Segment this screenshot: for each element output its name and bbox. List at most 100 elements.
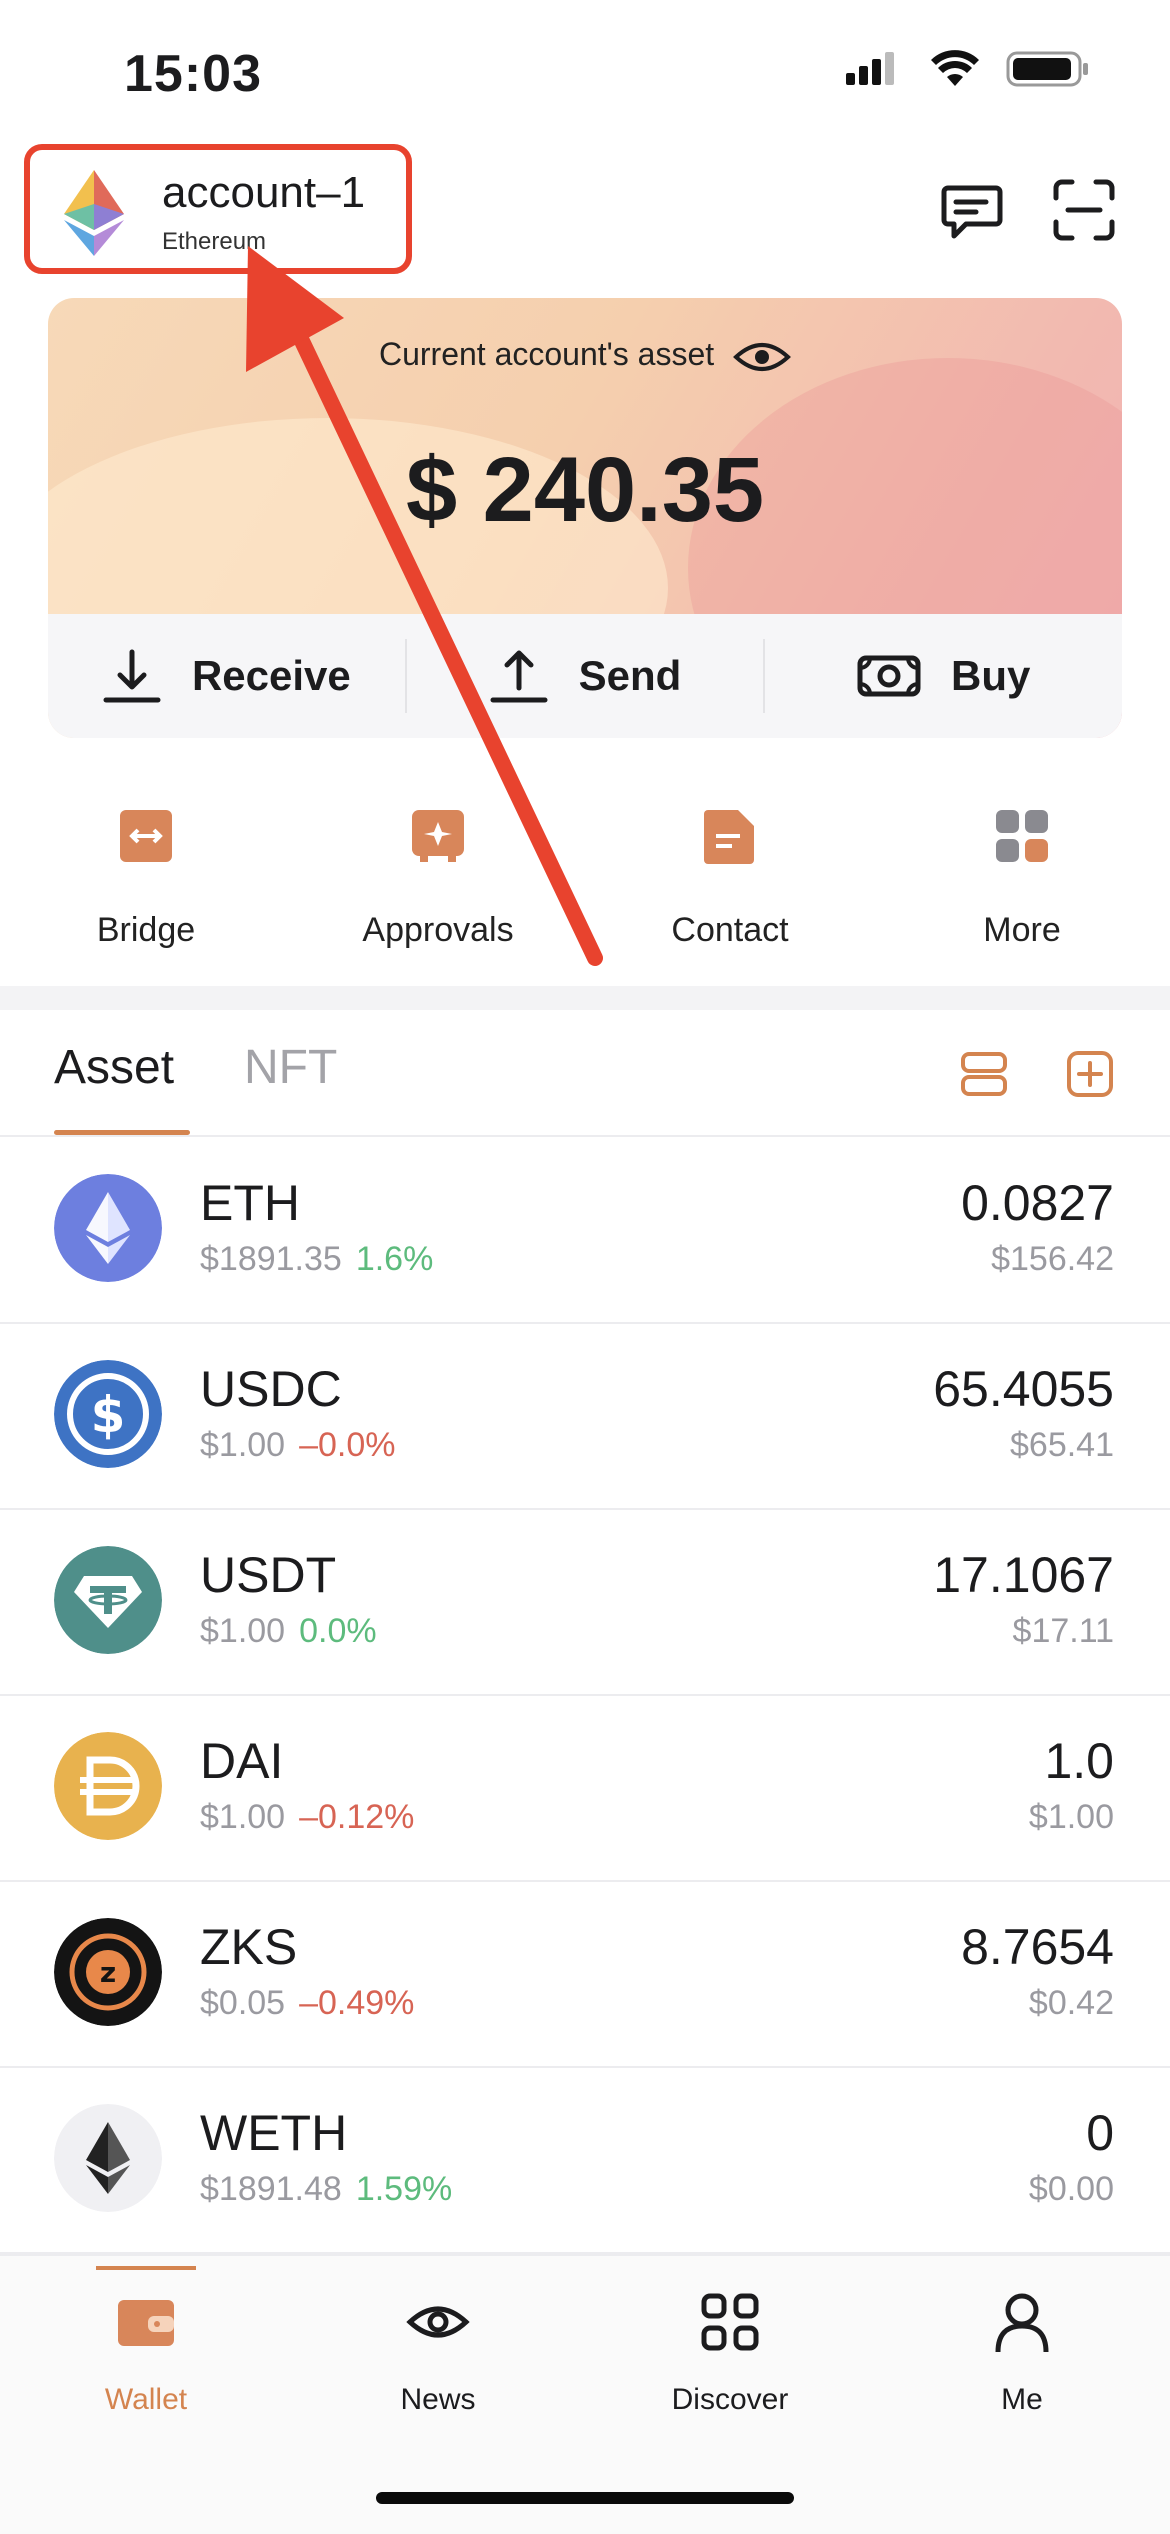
tabbar-label: Wallet [104, 2383, 188, 2416]
tool-label: More [983, 911, 1061, 949]
wifi-icon [931, 50, 979, 86]
svg-text:$: $ [91, 1386, 126, 1444]
tab-asset[interactable]: Asset [54, 1040, 174, 1095]
tool-label: Approvals [362, 911, 514, 949]
section-divider [0, 986, 1170, 1010]
scan-icon[interactable] [1052, 178, 1116, 242]
weth-token-icon [54, 2104, 162, 2212]
approvals-icon [412, 810, 464, 862]
list-view-icon[interactable] [960, 1050, 1008, 1098]
asset-change: 1.59% [355, 2170, 453, 2208]
tool-contact[interactable]: Contact [584, 808, 876, 950]
asset-price: $1.00 [200, 1798, 286, 1836]
cash-icon [857, 655, 921, 697]
asset-value: $17.11 [1012, 1612, 1114, 1650]
asset-amount: 0 [1086, 2105, 1114, 2161]
asset-amount: 17.1067 [933, 1547, 1114, 1603]
asset-change: 0.0% [299, 1612, 377, 1650]
asset-row-dai[interactable]: DAI $1.00 –0.12% 1.0 $1.00 [0, 1694, 1170, 1882]
asset-price: $1.00 [200, 1612, 286, 1650]
svg-text:z: z [100, 1956, 116, 1989]
receive-button[interactable]: Receive [48, 648, 405, 704]
asset-price-line: $1891.35 1.6% [200, 1240, 433, 1279]
asset-change: –0.0% [299, 1426, 396, 1464]
tabbar-label: Discover [671, 2383, 789, 2416]
asset-price: $1891.48 [200, 2170, 342, 2208]
tool-approvals[interactable]: Approvals [292, 808, 584, 950]
asset-change: –0.12% [299, 1798, 415, 1836]
asset-value: $156.42 [991, 1240, 1114, 1278]
asset-symbol: USDT [200, 1547, 337, 1603]
tool-more[interactable]: More [876, 808, 1168, 950]
asset-price: $1891.35 [200, 1240, 342, 1278]
tabbar-label: News [400, 2383, 476, 2416]
asset-value: $1.00 [1028, 1798, 1114, 1836]
add-token-icon[interactable] [1066, 1050, 1114, 1098]
send-button[interactable]: Send [407, 648, 764, 704]
tabbar-wallet[interactable]: Wallet [0, 2290, 292, 2417]
ethereum-logo-icon [64, 170, 124, 256]
asset-symbol: WETH [200, 2105, 348, 2161]
signal-icon [846, 52, 894, 85]
tabbar-discover[interactable]: Discover [584, 2290, 876, 2417]
asset-price: $1.00 [200, 1426, 286, 1464]
buy-label: Buy [951, 652, 1031, 699]
asset-row-weth[interactable]: WETH $1891.48 1.59% 0 $0.00 [0, 2066, 1170, 2254]
asset-value: $65.41 [1010, 1426, 1114, 1464]
person-icon [995, 2293, 1049, 2353]
asset-label-text: Current account's asset [378, 336, 715, 372]
asset-symbol: DAI [200, 1733, 284, 1789]
eye-icon[interactable] [733, 339, 791, 375]
tabbar-me[interactable]: Me [876, 2290, 1168, 2417]
status-icons [844, 50, 1090, 88]
asset-value: $0.00 [1028, 2170, 1114, 2208]
tool-label: Contact [671, 911, 789, 949]
download-icon [103, 649, 161, 703]
asset-amount: 8.7654 [961, 1919, 1114, 1975]
upload-icon [490, 650, 548, 703]
wallet-icon [118, 2300, 174, 2346]
asset-row-zks[interactable]: z ZKS $0.05 –0.49% 8.7654 $0.42 [0, 1880, 1170, 2068]
buy-button[interactable]: Buy [765, 652, 1122, 700]
eth-token-icon [54, 1174, 162, 1282]
account-chain: Ethereum [162, 228, 267, 255]
asset-row-usdc[interactable]: $ USDC $1.00 –0.0% 65.4055 $65.41 [0, 1322, 1170, 1510]
asset-row-eth[interactable]: ETH $1891.35 1.6% 0.0827 $156.42 [0, 1136, 1170, 1324]
asset-price-line: $1891.48 1.59% [200, 2170, 452, 2209]
asset-symbol: USDC [200, 1361, 342, 1417]
contact-icon [704, 810, 754, 864]
asset-row-usdt[interactable]: USDT $1.00 0.0% 17.1067 $17.11 [0, 1508, 1170, 1696]
dai-token-icon [54, 1732, 162, 1840]
asset-change: 1.6% [355, 1240, 434, 1278]
tool-bridge[interactable]: Bridge [0, 808, 292, 950]
chat-icon[interactable] [940, 178, 1004, 242]
asset-value: $0.42 [1028, 1984, 1114, 2022]
asset-amount: 1.0 [1044, 1733, 1114, 1789]
bridge-icon [120, 810, 172, 862]
asset-symbol: ETH [200, 1175, 300, 1231]
asset-amount: 65.4055 [933, 1361, 1114, 1417]
eye-icon [406, 2306, 470, 2338]
asset-symbol: ZKS [200, 1919, 298, 1975]
usdt-token-icon [54, 1546, 162, 1654]
battery-icon [1006, 51, 1088, 87]
tab-nft[interactable]: NFT [244, 1040, 337, 1095]
asset-price-line: $1.00 –0.0% [200, 1426, 396, 1465]
tabbar-news[interactable]: News [292, 2290, 584, 2417]
asset-amount: 0.0827 [961, 1175, 1114, 1231]
total-asset-value: $ 240.35 [405, 439, 765, 541]
account-name[interactable]: account–1 [162, 168, 365, 218]
asset-change: –0.49% [299, 1984, 415, 2022]
asset-price-line: $0.05 –0.49% [200, 1984, 414, 2023]
receive-label: Receive [191, 652, 351, 699]
zks-token-icon: z [54, 1918, 162, 2026]
send-label: Send [578, 652, 682, 699]
action-bar: Receive Send Buy [48, 614, 1122, 738]
grid-icon [701, 2293, 759, 2351]
asset-price: $0.05 [200, 1984, 286, 2022]
home-indicator [376, 2492, 794, 2504]
asset-price-line: $1.00 0.0% [200, 1612, 377, 1651]
more-grid-icon [996, 810, 1048, 862]
tab-active-indicator [54, 1130, 190, 1135]
usdc-token-icon: $ [54, 1360, 162, 1468]
